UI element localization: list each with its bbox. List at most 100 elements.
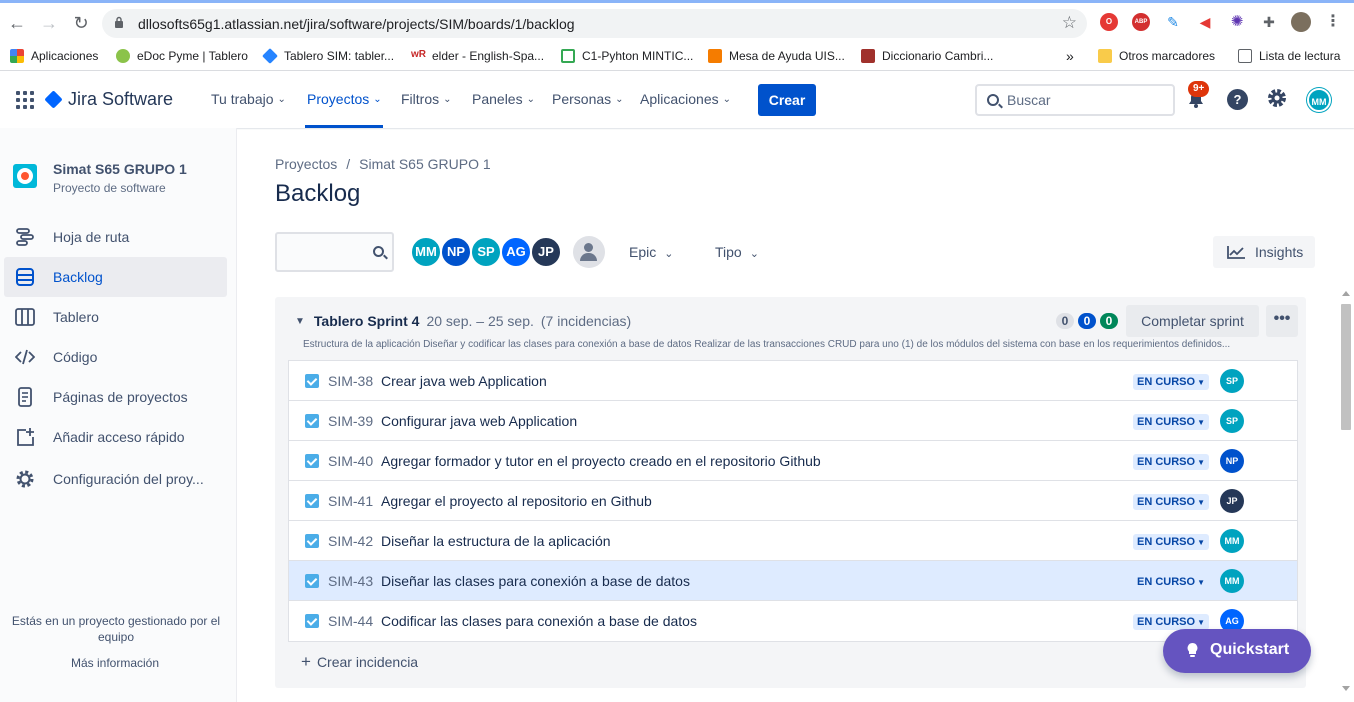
assignee-avatar[interactable]: MM xyxy=(1220,569,1244,593)
bookmark-tablero-sim[interactable]: Tablero SIM: tabler... xyxy=(262,46,394,66)
issue-row[interactable]: SIM-41 Agregar el proyecto al repositori… xyxy=(289,481,1297,521)
nav-aplicaciones[interactable]: Aplicaciones ⌄ xyxy=(640,91,731,107)
type-filter-dropdown[interactable]: Tipo ⌄ xyxy=(715,244,759,260)
browser-menu-icon[interactable]: ⋮ xyxy=(1324,13,1342,31)
back-icon[interactable]: ← xyxy=(7,13,27,33)
create-issue-button[interactable]: + Crear incidencia xyxy=(301,652,418,672)
project-sidebar: Simat S65 GRUPO 1 Proyecto de software H… xyxy=(0,128,237,702)
scroll-up-arrow-icon[interactable] xyxy=(1342,291,1350,296)
nav-proyectos[interactable]: Proyectos ⌄ xyxy=(307,91,382,107)
breadcrumb: Proyectos / Simat S65 GRUPO 1 xyxy=(275,156,491,172)
bookmarks-overflow-button[interactable]: » xyxy=(1066,46,1074,66)
help-icon[interactable]: ? xyxy=(1227,89,1248,110)
bookmark-apps[interactable]: Aplicaciones xyxy=(10,46,98,66)
issue-key[interactable]: SIM-43 xyxy=(328,573,373,589)
puzzle-extension-icon[interactable]: ✚ xyxy=(1260,13,1278,31)
forward-icon[interactable]: → xyxy=(39,13,59,33)
page-scrollbar[interactable] xyxy=(1338,286,1354,702)
sidebar-item-add-shortcut[interactable]: Añadir acceso rápido xyxy=(4,417,227,457)
more-info-link[interactable]: Más información xyxy=(0,656,230,670)
status-dropdown[interactable]: EN CURSO ▼ xyxy=(1133,534,1209,550)
status-dropdown[interactable]: EN CURSO ▼ xyxy=(1133,574,1209,590)
issue-row[interactable]: SIM-39 Configurar java web Application E… xyxy=(289,401,1297,441)
backlog-search-input[interactable] xyxy=(275,232,394,272)
nav-paneles[interactable]: Paneles ⌄ xyxy=(472,91,535,107)
bookmark-star-icon[interactable]: ☆ xyxy=(1062,13,1077,33)
filter-avatar-sp[interactable]: SP xyxy=(470,236,502,268)
pen-extension-icon[interactable]: ✎ xyxy=(1164,13,1182,31)
bookmark-mintic[interactable]: C1-Pyhton MINTIC... xyxy=(561,46,693,66)
megaphone-extension-icon[interactable]: ◀ xyxy=(1196,13,1214,31)
nav-tu-trabajo[interactable]: Tu trabajo ⌄ xyxy=(211,91,286,107)
bookmark-cambridge[interactable]: Diccionario Cambri... xyxy=(861,46,993,66)
status-dropdown[interactable]: EN CURSO ▼ xyxy=(1133,374,1209,390)
assignee-avatar[interactable]: MM xyxy=(1220,529,1244,553)
sidebar-item-roadmap[interactable]: Hoja de ruta xyxy=(4,217,227,257)
adblock-extension-icon[interactable]: ABP xyxy=(1132,13,1150,31)
issue-key[interactable]: SIM-40 xyxy=(328,453,373,469)
sidebar-item-code[interactable]: Código xyxy=(4,337,227,377)
issue-key[interactable]: SIM-39 xyxy=(328,413,373,429)
bookmark-mesa-ayuda[interactable]: Mesa de Ayuda UIS... xyxy=(708,46,845,66)
profile-avatar[interactable] xyxy=(1291,12,1311,32)
assignee-avatar[interactable]: JP xyxy=(1220,489,1244,513)
global-search-input[interactable]: Buscar xyxy=(975,84,1175,116)
status-dropdown[interactable]: EN CURSO ▼ xyxy=(1133,494,1209,510)
bookmark-other-folder[interactable]: Otros marcadores xyxy=(1098,46,1215,66)
jira-logo[interactable]: Jira Software xyxy=(44,89,173,110)
insights-button[interactable]: Insights xyxy=(1213,236,1315,268)
issue-row[interactable]: SIM-38 Crear java web Application EN CUR… xyxy=(289,361,1297,401)
pages-icon xyxy=(18,387,32,407)
scrollbar-thumb[interactable] xyxy=(1341,304,1351,430)
reading-list-button[interactable]: Lista de lectura xyxy=(1238,46,1340,66)
epic-filter-dropdown[interactable]: Epic ⌄ xyxy=(629,244,673,260)
bookmark-edoc[interactable]: eDoc Pyme | Tablero xyxy=(116,46,248,66)
project-name[interactable]: Simat S65 GRUPO 1 xyxy=(53,161,187,177)
issue-key[interactable]: SIM-41 xyxy=(328,493,373,509)
issue-key[interactable]: SIM-44 xyxy=(328,613,373,629)
filter-avatar-ag[interactable]: AG xyxy=(500,236,532,268)
assignee-avatar[interactable]: SP xyxy=(1220,409,1244,433)
address-bar[interactable]: dllosofts65g1.atlassian.net/jira/softwar… xyxy=(102,9,1087,38)
nav-filtros[interactable]: Filtros ⌄ xyxy=(401,91,452,107)
filter-avatar-np[interactable]: NP xyxy=(440,236,472,268)
chevron-down-icon: ▼ xyxy=(1197,538,1205,547)
chevron-down-icon[interactable]: ▼ xyxy=(295,316,305,327)
breadcrumb-separator: / xyxy=(346,156,351,172)
sidebar-item-pages[interactable]: Páginas de proyectos xyxy=(4,377,227,417)
app-switcher-icon[interactable] xyxy=(16,91,34,109)
status-dropdown[interactable]: EN CURSO ▼ xyxy=(1133,614,1209,630)
scroll-down-arrow-icon[interactable] xyxy=(1342,686,1350,691)
sidebar-item-project-settings[interactable]: Configuración del proy... xyxy=(4,459,227,499)
status-dropdown[interactable]: EN CURSO ▼ xyxy=(1133,414,1209,430)
sidebar-item-backlog[interactable]: Backlog xyxy=(4,257,227,297)
assignee-avatar[interactable]: NP xyxy=(1220,449,1244,473)
filter-avatar-jp[interactable]: JP xyxy=(530,236,562,268)
quickstart-button[interactable]: Quickstart xyxy=(1163,629,1311,673)
issue-key[interactable]: SIM-42 xyxy=(328,533,373,549)
more-actions-icon[interactable]: ••• xyxy=(1266,305,1298,337)
create-button[interactable]: Crear xyxy=(758,84,816,116)
breadcrumb-project[interactable]: Simat S65 GRUPO 1 xyxy=(359,156,491,172)
status-label: EN CURSO xyxy=(1137,576,1196,588)
settings-gear-icon[interactable] xyxy=(1266,87,1288,109)
status-dropdown[interactable]: EN CURSO ▼ xyxy=(1133,454,1209,470)
reload-icon[interactable]: ↻ xyxy=(71,13,91,33)
issue-key[interactable]: SIM-38 xyxy=(328,373,373,389)
breadcrumb-projects[interactable]: Proyectos xyxy=(275,156,337,172)
issue-row[interactable]: SIM-40 Agregar formador y tutor en el pr… xyxy=(289,441,1297,481)
sprint-header[interactable]: ▼ Tablero Sprint 4 20 sep. – 25 sep. (7 … xyxy=(295,313,638,329)
filter-avatar-mm[interactable]: MM xyxy=(410,236,442,268)
sidebar-item-board[interactable]: Tablero xyxy=(4,297,227,337)
opera-extension-icon[interactable]: O xyxy=(1100,13,1118,31)
issue-row[interactable]: SIM-44 Codificar las clases para conexió… xyxy=(289,601,1297,641)
complete-sprint-button[interactable]: Completar sprint xyxy=(1126,305,1259,337)
gear-extension-icon[interactable]: ✺ xyxy=(1228,13,1246,31)
issue-row[interactable]: SIM-43 Diseñar las clases para conexión … xyxy=(289,561,1297,601)
user-avatar[interactable]: MM xyxy=(1307,88,1331,112)
issue-row[interactable]: SIM-42 Diseñar la estructura de la aplic… xyxy=(289,521,1297,561)
add-people-icon[interactable] xyxy=(573,236,605,268)
bookmark-wordreference[interactable]: wR elder - English-Spa... xyxy=(411,46,544,66)
assignee-avatar[interactable]: SP xyxy=(1220,369,1244,393)
nav-personas[interactable]: Personas ⌄ xyxy=(552,91,624,107)
